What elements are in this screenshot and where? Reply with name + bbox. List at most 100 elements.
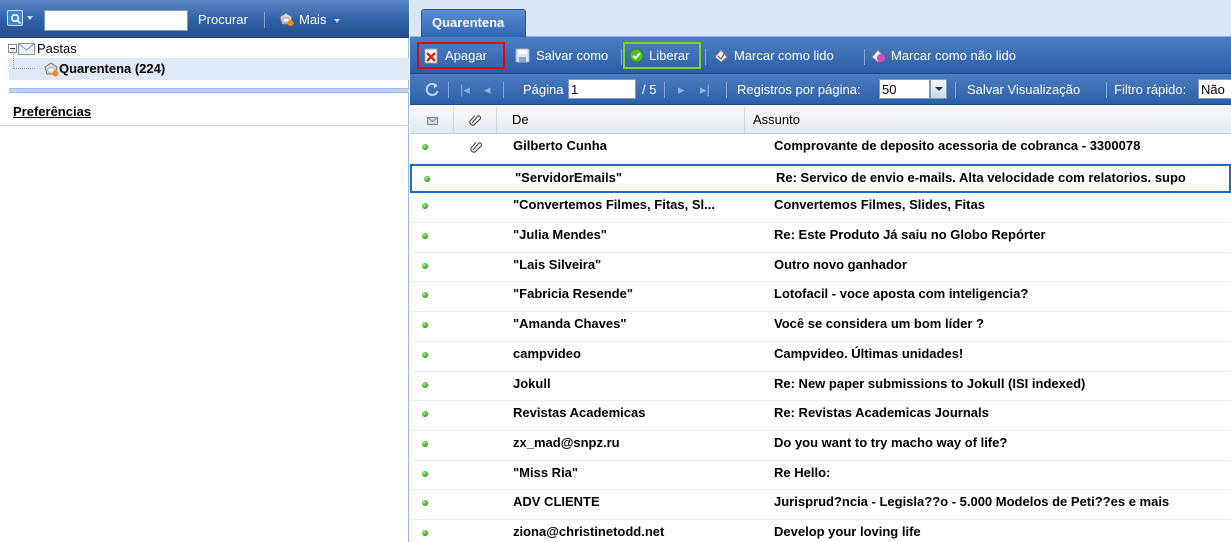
status-cell [420,490,440,518]
subject-cell: Re: Revistas Academicas Journals [774,405,989,421]
preferences-link[interactable]: Preferências [13,104,91,119]
from-cell: campvideo [513,345,581,361]
first-page-icon[interactable]: |◂ [460,81,470,98]
table-row[interactable]: Gilberto Cunha Comprovante de deposito ac… [410,134,1231,164]
table-row[interactable]: "Julia Mendes" Re: Este Produto Já saiu n… [410,223,1231,253]
table-row[interactable]: Revistas Academicas Re: Revistas Academic… [410,401,1231,431]
save-as-label: Salvar como [536,48,609,63]
unread-status-icon [422,500,428,507]
mark-read-button[interactable]: Marcar como lido [707,42,864,69]
check-icon [629,48,644,63]
total-pages: / 5 [642,82,657,97]
status-cell [420,253,440,281]
attachment-cell [472,166,492,194]
search-bar: Procurar Mais [0,0,409,38]
table-row[interactable]: "Convertemos Filmes, Fitas, Sl... Convert… [410,193,1231,224]
status-cell [420,193,440,221]
release-label: Liberar [649,48,690,63]
status-cell [420,223,440,251]
refresh-icon[interactable] [425,82,439,97]
status-cell [422,166,442,194]
attachment-column-header[interactable] [454,106,497,134]
table-row[interactable]: ADV CLIENTE Jurisprud?ncia - Legisla??o -… [410,490,1231,520]
right-pane: Quarentena Apagar Salvar como Liberar Ma… [410,0,1231,542]
divider [0,125,409,126]
next-page-icon[interactable]: ▸ [678,81,685,98]
from-cell: Revistas Academicas [513,405,646,421]
search-input[interactable] [44,10,188,31]
save-as-button[interactable]: Salvar como [509,42,618,69]
separator [705,49,706,65]
from-cell: "Lais Silveira" [513,256,602,272]
last-page-icon[interactable]: ▸| [700,81,710,98]
status-cell [420,520,440,542]
unread-status-icon [422,262,428,269]
from-cell: "ServidorEmails" [515,169,622,185]
table-row[interactable]: campvideo Campvideo. Últimas unidades! [410,342,1231,372]
read-status-column-header[interactable] [410,106,454,134]
subject-cell: Do you want to try macho way of life? [774,434,1008,450]
settings-icon [279,12,294,26]
mark-read-label: Marcar como lido [734,48,834,63]
unread-status-icon [424,175,430,182]
table-row[interactable]: Jokull Re: New paper submissions to Jokul… [410,372,1231,402]
table-row[interactable]: "ServidorEmails" Re: Servico de envio e-m… [410,163,1231,194]
left-pane: Procurar Mais Pastas Quarentena (224) Pr… [0,0,409,542]
status-cell [420,461,440,489]
more-label: Mais [299,12,327,27]
subject-column-header[interactable]: Assunto [745,106,1231,134]
per-page-input[interactable] [879,79,930,99]
envelope-icon [427,117,438,125]
subject-cell: Re: New paper submissions to Jokull (ISI… [774,375,1086,391]
table-row[interactable]: "Lais Silveira" Outro novo ganhador [410,253,1231,283]
subject-cell: Re: Servico de envio e-mails. Alta veloc… [776,169,1186,185]
table-row[interactable]: zx_mad@snpz.ru Do you want to try macho w… [410,431,1231,461]
page-input[interactable] [568,79,636,99]
tree-item-quarentena[interactable]: Quarentena (224) [9,50,409,80]
search-button[interactable]: Procurar [198,9,248,30]
separator [955,82,956,98]
search-type-button[interactable] [7,9,37,28]
save-view-button[interactable]: Salvar Visualização [967,81,1080,98]
subject-cell: Outro novo ganhador [774,256,907,272]
release-button[interactable]: Liberar [623,42,701,69]
separator [1106,82,1107,98]
attachment-cell [470,223,490,251]
tree-scrollbar[interactable] [9,88,409,93]
table-row[interactable]: ziona@christinetodd.net Develop your lovi… [410,520,1231,542]
attachment-cell [470,401,490,429]
mark-read-icon [714,49,728,63]
prev-page-icon[interactable]: ◂ [484,81,491,98]
status-cell [420,312,440,340]
mark-unread-icon [871,49,885,63]
subject-cell: Lotofacil - voce aposta com inteligencia… [774,286,1029,302]
delete-button[interactable]: Apagar [417,42,505,69]
unread-status-icon [422,203,428,210]
mark-unread-button[interactable]: Marcar como não lido [864,42,1036,69]
from-cell: zx_mad@snpz.ru [513,434,620,450]
grid-header: De Assunto [410,106,1231,134]
quick-filter-select[interactable] [1198,79,1231,99]
app-root: Procurar Mais Pastas Quarentena (224) Pr… [0,0,1231,542]
search-icon [7,10,23,26]
separator [726,82,727,98]
more-button[interactable]: Mais [277,9,341,30]
tab-quarentena[interactable]: Quarentena [421,9,526,37]
from-cell: ADV CLIENTE [513,494,600,510]
delete-icon [424,48,438,64]
pagination-bar: |◂ ◂ Página / 5 ▸ ▸| Registros por págin… [410,74,1231,105]
message-grid: De Assunto Gilberto Cunha Comprovante de … [410,106,1231,542]
tree-item-label: Quarentena (224) [59,61,166,76]
from-column-header[interactable]: De [497,106,745,134]
chevron-down-icon[interactable] [930,79,947,99]
tree-item-pastas[interactable]: Pastas [0,40,409,58]
table-row[interactable]: "Fabricia Resende" Lotofacil - voce apost… [410,282,1231,313]
quick-filter-label: Filtro rápido: [1114,82,1187,97]
subject-cell: Campvideo. Últimas unidades! [774,345,964,361]
separator [664,82,665,98]
from-cell: "Miss Ria" [513,464,579,480]
from-cell: Gilberto Cunha [513,138,607,153]
unread-status-icon [422,381,428,388]
table-row[interactable]: "Miss Ria" Re Hello: [410,461,1231,491]
table-row[interactable]: "Amanda Chaves" Você se considera um bom … [410,312,1231,342]
